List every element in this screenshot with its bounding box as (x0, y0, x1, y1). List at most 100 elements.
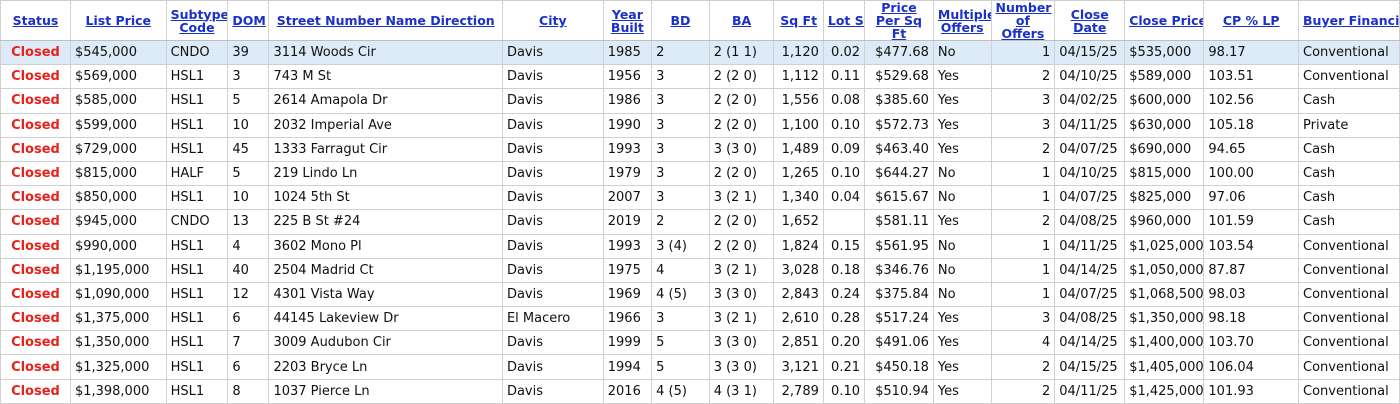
header-price-per-sqft[interactable]: Price Per Sq Ft (864, 0, 934, 41)
header-list-price[interactable]: List Price (69, 0, 167, 41)
cell-number-of-offers: 1 (990, 233, 1056, 259)
cell-sq-ft: 1,265 (773, 160, 824, 187)
header-close-date[interactable]: Close Date (1054, 0, 1126, 41)
cell-multiple-offers: No (932, 281, 992, 308)
cell-ba: 2 (2 0) (708, 233, 775, 259)
cell-dom: 39 (227, 39, 270, 66)
cell-bd: 4 (651, 257, 710, 283)
cell-city: Davis (501, 185, 604, 211)
cell-buyer-financing: Conventional (1298, 306, 1400, 332)
cell-year-built: 1999 (602, 330, 653, 356)
cell-close-price: $630,000 (1124, 112, 1205, 138)
cell-dom: 3 (227, 64, 270, 90)
cell-year-built: 1990 (602, 112, 653, 138)
header-sq-ft[interactable]: Sq Ft (773, 0, 824, 41)
cell-cp-lp: 103.51 (1203, 64, 1300, 90)
table-row[interactable]: Closed $945,000 CNDO 13 225 B St #24 Davis 201… (0, 209, 1400, 235)
cell-number-of-offers: 2 (990, 354, 1056, 380)
cell-price-per-sqft: $615.67 (864, 185, 934, 211)
cell-status: Closed (0, 209, 71, 235)
header-multiple-offers[interactable]: Multiple Offers (932, 0, 992, 41)
cell-dom: 10 (227, 112, 270, 138)
table-row[interactable]: Closed $1,375,000 HSL1 6 44145 Lakeview Dr El… (0, 306, 1400, 332)
cell-city: Davis (501, 64, 604, 90)
cell-year-built: 1979 (602, 160, 653, 187)
header-ba[interactable]: BA (708, 0, 775, 41)
table-row[interactable]: Closed $1,195,000 HSL1 40 2504 Madrid Ct Davi… (0, 257, 1400, 283)
cell-city: El Macero (501, 306, 604, 332)
header-dom[interactable]: DOM (227, 0, 270, 41)
cell-sq-ft: 1,652 (773, 209, 824, 235)
cell-buyer-financing: Cash (1298, 160, 1400, 187)
table-row[interactable]: Closed $990,000 HSL1 4 3602 Mono Pl Davis 1993… (0, 233, 1400, 259)
cell-subtype-code: HSL1 (165, 281, 229, 308)
cell-price-per-sqft: $375.84 (864, 281, 934, 308)
cell-city: Davis (501, 112, 604, 138)
cell-dom: 13 (227, 209, 270, 235)
cell-list-price: $1,325,000 (69, 354, 167, 380)
header-bd[interactable]: BD (651, 0, 710, 41)
cell-close-date: 04/15/25 (1054, 39, 1126, 66)
cell-year-built: 1956 (602, 64, 653, 90)
cell-dom: 10 (227, 185, 270, 211)
cell-close-price: $600,000 (1124, 88, 1205, 114)
cell-cp-lp: 98.18 (1203, 306, 1300, 332)
cell-price-per-sqft: $581.11 (864, 209, 934, 235)
cell-ba: 3 (3 0) (708, 330, 775, 356)
cell-bd: 2 (651, 209, 710, 235)
cell-bd: 3 (651, 160, 710, 187)
table-row[interactable]: Closed $569,000 HSL1 3 743 M St Davis 1956 3 2 (… (0, 64, 1400, 90)
cell-close-date: 04/15/25 (1054, 354, 1126, 380)
table-row[interactable]: Closed $815,000 HALF 5 219 Lindo Ln Davis 1979… (0, 160, 1400, 187)
cell-subtype-code: HSL1 (165, 185, 229, 211)
header-street[interactable]: Street Number Name Direction (268, 0, 503, 41)
header-cp-lp[interactable]: CP % LP (1203, 0, 1300, 41)
cell-bd: 5 (651, 354, 710, 380)
cell-year-built: 1985 (602, 39, 653, 66)
cell-close-date: 04/07/25 (1054, 136, 1126, 162)
header-subtype-code[interactable]: Subtype Code (165, 0, 229, 41)
cell-cp-lp: 97.06 (1203, 185, 1300, 211)
header-year-built[interactable]: Year Built (602, 0, 653, 41)
cell-lot-sz: 0.24 (822, 281, 866, 308)
cell-lot-sz: 0.04 (822, 185, 866, 211)
cell-close-price: $535,000 (1124, 39, 1205, 66)
cell-buyer-financing: Conventional (1298, 64, 1400, 90)
header-status[interactable]: Status (0, 0, 71, 41)
cell-close-price: $825,000 (1124, 185, 1205, 211)
header-lot-sz[interactable]: Lot Sz (822, 0, 866, 41)
cell-lot-sz: 0.18 (822, 257, 866, 283)
cell-cp-lp: 105.18 (1203, 112, 1300, 138)
table-row[interactable]: Closed $1,350,000 HSL1 7 3009 Audubon Cir Dav… (0, 330, 1400, 356)
cell-number-of-offers: 2 (990, 136, 1056, 162)
table-row[interactable]: Closed $585,000 HSL1 5 2614 Amapola Dr Davis 1… (0, 88, 1400, 114)
cell-multiple-offers: Yes (932, 136, 992, 162)
header-city[interactable]: City (501, 0, 604, 41)
table-row[interactable]: Closed $599,000 HSL1 10 2032 Imperial Ave Dav… (0, 112, 1400, 138)
cell-lot-sz: 0.28 (822, 306, 866, 332)
cell-price-per-sqft: $561.95 (864, 233, 934, 259)
header-buyer-financing[interactable]: Buyer Financing (1298, 0, 1400, 41)
header-number-of-offers[interactable]: Number of Offers (990, 0, 1056, 41)
cell-bd: 3 (651, 112, 710, 138)
cell-multiple-offers: Yes (932, 354, 992, 380)
cell-ba: 3 (2 1) (708, 185, 775, 211)
header-close-price[interactable]: Close Price (1124, 0, 1205, 41)
cell-street: 219 Lindo Ln (268, 160, 503, 187)
table-row[interactable]: Closed $850,000 HSL1 10 1024 5th St Davis 2007… (0, 185, 1400, 211)
table-row[interactable]: Closed $1,325,000 HSL1 6 2203 Bryce Ln Davis 1… (0, 354, 1400, 380)
cell-list-price: $990,000 (69, 233, 167, 259)
cell-ba: 3 (3 0) (708, 281, 775, 308)
cell-status: Closed (0, 88, 71, 114)
cell-price-per-sqft: $517.24 (864, 306, 934, 332)
cell-buyer-financing: Conventional (1298, 330, 1400, 356)
table-row[interactable]: Closed $1,090,000 HSL1 12 4301 Vista Way Davi… (0, 281, 1400, 308)
table-row[interactable]: Closed $729,000 HSL1 45 1333 Farragut Cir Dav… (0, 136, 1400, 162)
table-row[interactable]: Closed $545,000 CNDO 39 3114 Woods Cir Davis 1… (0, 39, 1400, 66)
cell-subtype-code: HSL1 (165, 330, 229, 356)
cell-year-built: 2007 (602, 185, 653, 211)
cell-status: Closed (0, 136, 71, 162)
cell-sq-ft: 2,610 (773, 306, 824, 332)
cell-year-built: 2019 (602, 209, 653, 235)
cell-number-of-offers: 1 (990, 257, 1056, 283)
